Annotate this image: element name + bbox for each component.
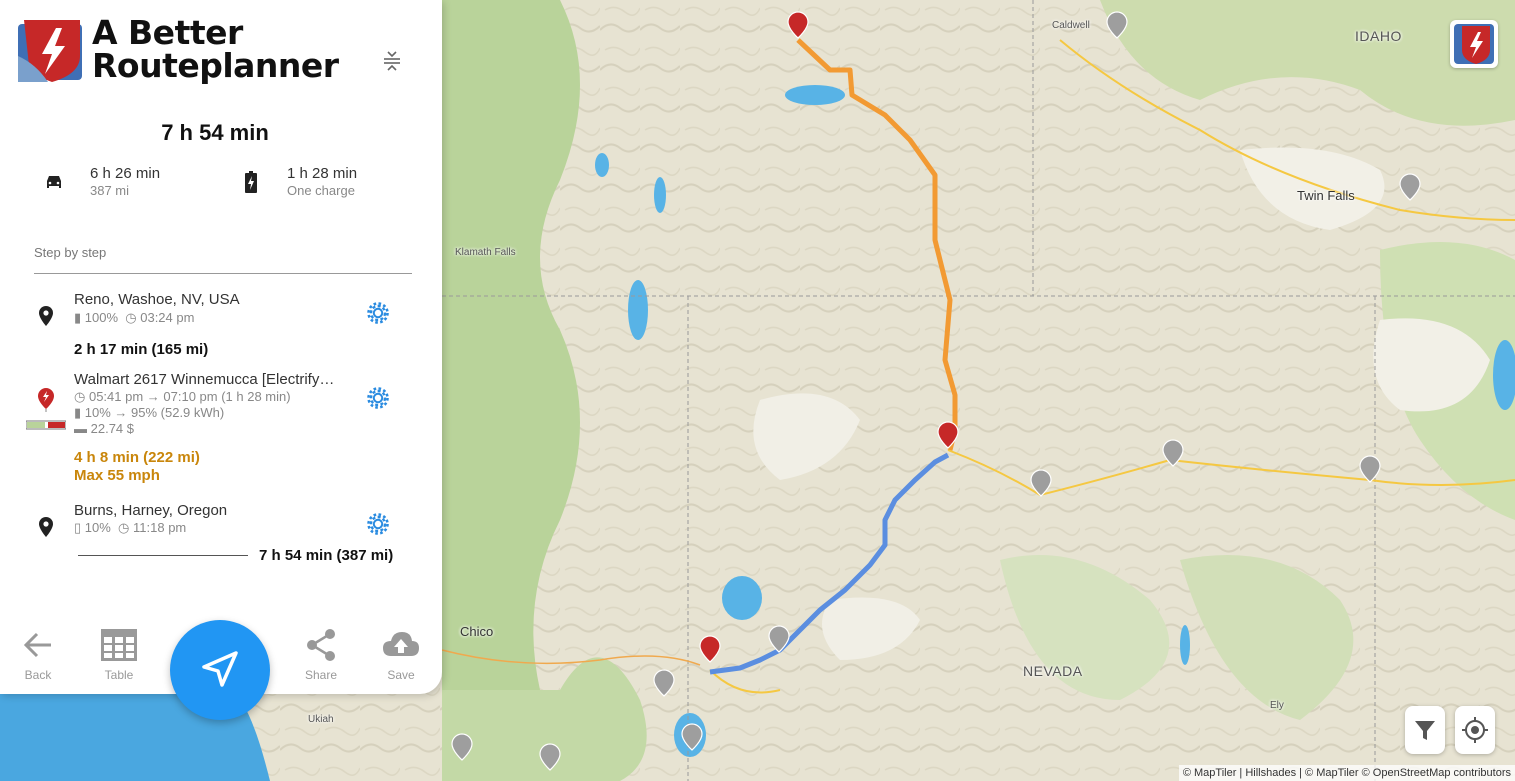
waypoint-start-details: ▮ 100% ◷ 03:24 pm <box>74 310 194 326</box>
abrp-logo-icon <box>1454 24 1494 64</box>
map-label-nevada: NEVADA <box>1023 663 1083 679</box>
logo-line-1: A Better <box>92 13 243 52</box>
charge-count: One charge <box>287 183 355 198</box>
clock-icon: ◷ <box>74 389 86 404</box>
map-attribution[interactable]: © MapTiler | Hillshades | © MapTiler © O… <box>1178 765 1515 781</box>
save-label: Save <box>387 668 415 682</box>
table-icon <box>101 629 137 661</box>
clock-icon: ◷ <box>125 310 137 325</box>
waypoint-end-title[interactable]: Burns, Harney, Oregon <box>74 502 227 519</box>
leg-2-summary: 4 h 8 min (222 mi) <box>74 449 200 466</box>
waypoint-charger-cost: ▬ 22.74 $ <box>74 421 134 436</box>
map-label-ely: Ely <box>1270 700 1284 711</box>
drive-distance: 387 mi <box>90 183 130 198</box>
app-logo[interactable]: A Better Routeplanner <box>18 13 363 85</box>
map-label-idaho: IDAHO <box>1355 28 1402 44</box>
clock-icon: ◷ <box>118 520 130 535</box>
logo-line-2: Routeplanner <box>92 46 339 85</box>
arrow-left-icon <box>23 632 51 658</box>
charger-pin-icon <box>38 388 54 412</box>
waypoint-charger-battery: ▮ 10% → 95% (52.9 kWh) <box>74 405 224 421</box>
share-label: Share <box>304 668 338 682</box>
start-time: 03:24 pm <box>140 310 195 325</box>
map-label-chico: Chico <box>460 624 494 639</box>
filter-icon <box>1415 721 1435 740</box>
charge-stat: 1 h 28 min One charge <box>287 165 357 198</box>
car-icon <box>47 176 61 188</box>
charge-time: 1 h 28 min <box>287 165 358 182</box>
route-panel: A Better Routeplanner 7 h 54 min 6 h 26 … <box>0 0 442 720</box>
waypoint-end-details: ▯ 10% ◷ 11:18 pm <box>74 520 186 536</box>
total-divider <box>78 555 248 556</box>
charger-time: 05:41 pm → 07:10 pm (1 h 28 min) <box>88 389 291 404</box>
abrp-map-logo[interactable] <box>1450 20 1498 68</box>
filter-button[interactable] <box>1405 706 1445 754</box>
total-trip-time: 7 h 54 min <box>161 120 269 145</box>
cloud-upload-icon <box>383 632 419 656</box>
trip-total: 7 h 54 min (387 mi) <box>259 547 394 564</box>
map-label-twin-falls: Twin Falls <box>1297 188 1355 203</box>
navigation-arrow-icon <box>202 651 238 687</box>
waypoint-start-title[interactable]: Reno, Washoe, NV, USA <box>74 291 240 308</box>
cost-icon: ▬ <box>74 421 87 436</box>
share-icon <box>307 629 335 661</box>
drive-time: 6 h 26 min <box>90 165 161 182</box>
waypoint-charger-time: ◷ 05:41 pm → 07:10 pm (1 h 28 min) <box>74 389 291 405</box>
leg-1-summary: 2 h 17 min (165 mi) <box>74 341 209 358</box>
end-time: 11:18 pm <box>133 520 187 535</box>
charger-cost: 22.74 $ <box>90 421 134 436</box>
settings-gear-icon[interactable] <box>366 512 390 536</box>
location-pin-icon <box>39 517 53 537</box>
location-pin-icon <box>39 306 53 326</box>
table-label: Table <box>104 668 134 682</box>
settings-gear-icon[interactable] <box>366 301 390 325</box>
locate-button[interactable] <box>1455 706 1495 754</box>
start-battery: 100% <box>84 310 119 325</box>
leg-2-speed-limit: Max 55 mph <box>74 467 160 484</box>
save-button[interactable]: Save <box>371 628 431 682</box>
divider <box>34 273 412 274</box>
navigate-button[interactable] <box>170 620 270 720</box>
locate-icon <box>1462 717 1488 743</box>
connector-icon <box>26 420 66 430</box>
battery-icon: ▯ <box>74 520 82 535</box>
settings-gear-icon[interactable] <box>366 386 390 410</box>
abrp-shield-icon <box>18 20 82 82</box>
waypoint-charger-title[interactable]: Walmart 2617 Winnemucca [Electrify… <box>74 371 334 388</box>
map-label-caldwell: Caldwell <box>1052 20 1090 31</box>
battery-icon: ▮ <box>74 310 82 325</box>
step-by-step-header: Step by step <box>34 245 107 260</box>
battery-charging-icon <box>245 171 257 193</box>
collapse-icon[interactable] <box>382 50 402 72</box>
back-label: Back <box>24 668 52 682</box>
map-label-klamath-falls: Klamath Falls <box>455 247 516 258</box>
charger-battery: 10% → 95% (52.9 kWh) <box>84 405 225 420</box>
battery-icon: ▮ <box>74 405 82 420</box>
back-button[interactable]: Back <box>8 628 68 682</box>
drive-stat: 6 h 26 min 387 mi <box>90 165 160 198</box>
share-button[interactable]: Share <box>291 628 351 682</box>
map-label-ukiah: Ukiah <box>308 714 334 725</box>
table-button[interactable]: Table <box>89 628 149 682</box>
end-battery: 10% <box>84 520 111 535</box>
